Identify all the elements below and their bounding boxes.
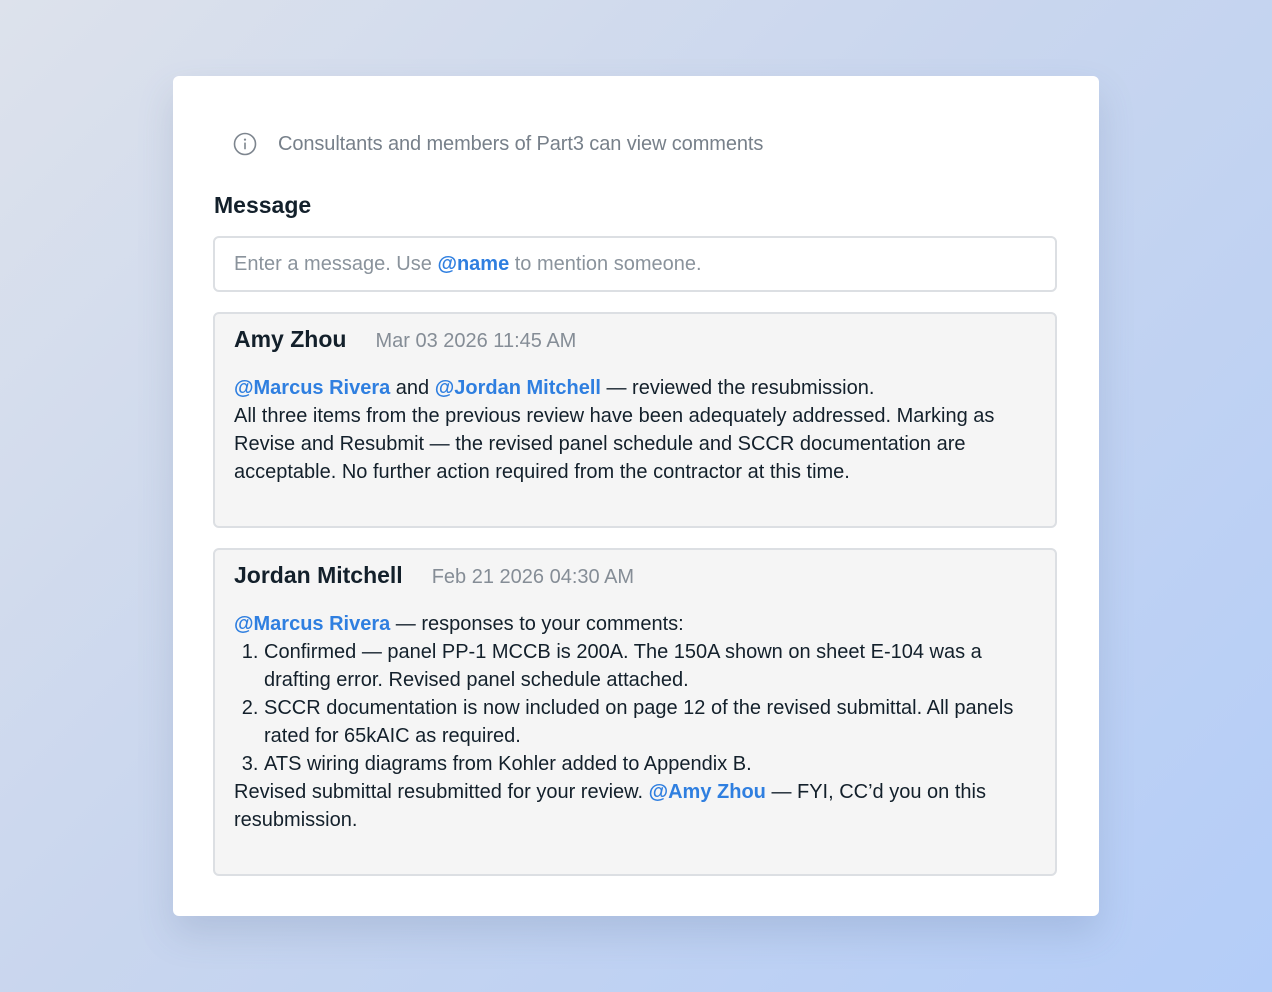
comment-paragraph: All three items from the previous review… <box>234 405 995 483</box>
message-input[interactable]: Enter a message. Use @name to mention so… <box>213 236 1057 292</box>
comment-item: Amy Zhou Mar 03 2026 11:45 AM @Marcus Ri… <box>213 312 1057 528</box>
mention-link[interactable]: @Marcus Rivera <box>234 377 390 399</box>
info-icon <box>233 132 257 156</box>
comment-body: @Marcus Rivera and @Jordan Mitchell — re… <box>234 374 1036 486</box>
message-label: Message <box>214 192 312 218</box>
comment-timestamp: Mar 03 2026 11:45 AM <box>375 330 577 352</box>
mention-link[interactable]: @Amy Zhou <box>649 781 766 803</box>
list-item: ATS wiring diagrams from Kohler added to… <box>264 750 1036 778</box>
visibility-notice: Consultants and members of Part3 can vie… <box>233 132 763 156</box>
comment-timestamp: Feb 21 2026 04:30 AM <box>431 566 635 588</box>
list-item: Confirmed — panel PP-1 MCCB is 200A. The… <box>264 638 1036 694</box>
comment-list: Confirmed — panel PP-1 MCCB is 200A. The… <box>264 638 1036 778</box>
comment-item: Jordan Mitchell Feb 21 2026 04:30 AM @Ma… <box>213 548 1057 876</box>
placeholder-text: Enter a message. Use @name to mention so… <box>234 252 702 275</box>
mention-link[interactable]: @Marcus Rivera <box>234 613 390 635</box>
comment-author: Jordan Mitchell <box>234 562 403 588</box>
notice-text: Consultants and members of Part3 can vie… <box>278 132 764 155</box>
comment-body: @Marcus Rivera — responses to your comme… <box>234 610 1036 834</box>
placeholder-mention: @name <box>437 252 510 275</box>
comments-card: Consultants and members of Part3 can vie… <box>173 76 1099 916</box>
list-item: SCCR documentation is now included on pa… <box>264 694 1036 750</box>
comment-author: Amy Zhou <box>234 326 347 352</box>
mention-link[interactable]: @Jordan Mitchell <box>435 377 601 399</box>
